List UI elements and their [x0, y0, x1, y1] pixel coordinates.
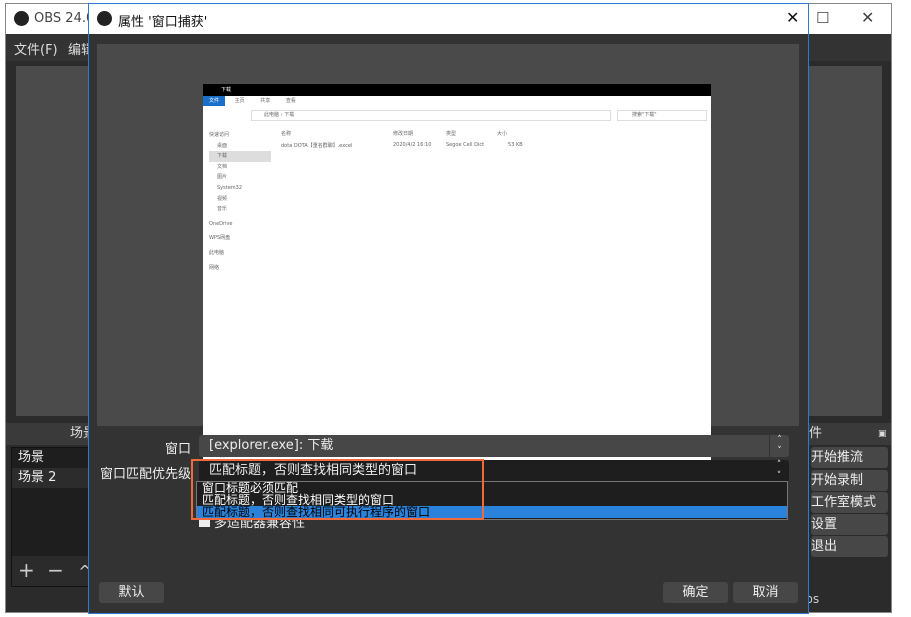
dialog-title: 属性 '窗口捕获' — [118, 15, 208, 30]
spin-icon: ˄ ˅ — [776, 460, 782, 481]
explorer-nav: 快速访问 桌面 下载 文档 图片 System32 视频 音乐 OneDrive… — [209, 130, 271, 273]
column-header: 名称 — [281, 131, 292, 137]
remove-icon[interactable]: − — [47, 558, 64, 582]
nav-item: 快速访问 — [209, 132, 230, 138]
start-streaming-button[interactable]: 开始推流 — [811, 447, 888, 468]
defaults-button[interactable]: 默认 — [99, 582, 164, 603]
nav-item: 视频 — [217, 195, 228, 202]
explorer-title: 下载 — [203, 84, 711, 96]
nav-item: 此电脑 — [209, 249, 225, 256]
ribbon-tab: 查看 — [285, 98, 296, 104]
scene-item[interactable]: 场景 — [12, 448, 95, 468]
spin-icon: ˄ ˅ — [769, 435, 789, 457]
file-name: dota DOTA【重名群聊】.excel — [281, 143, 353, 149]
column-header: 大小 — [497, 131, 508, 137]
file-date: 2020/4/2 16:10 — [393, 142, 432, 148]
undock-icon[interactable]: ▣ — [878, 423, 887, 445]
window-label: 窗口 — [164, 442, 191, 457]
ribbon-tab: 共享 — [260, 98, 271, 104]
menu-file[interactable]: 文件(F) — [14, 39, 58, 58]
nav-item: System32 — [217, 184, 243, 191]
nav-item: 网络 — [209, 264, 220, 271]
nav-item: 桌面 — [217, 142, 228, 149]
nav-item: 音乐 — [217, 206, 228, 213]
ribbon-tab: 主页 — [234, 98, 245, 104]
column-header: 类型 — [446, 131, 457, 137]
file-size: 53 KB — [508, 142, 523, 148]
path-part: 下载 — [284, 112, 295, 118]
dialog-title-bar: 属性 '窗口捕获' ✕ — [89, 4, 808, 34]
properties-dialog: 属性 '窗口捕获' ✕ 下载 文件 主页 共享 查看 此电脑 › 下载 搜索"下… — [88, 3, 809, 614]
column-header: 修改日期 — [393, 131, 414, 137]
nav-item: 文档 — [217, 163, 228, 170]
close-icon[interactable]: ✕ — [786, 8, 799, 27]
path-part: 此电脑 — [264, 112, 280, 118]
settings-button[interactable]: 设置 — [811, 514, 888, 535]
cancel-button[interactable]: 取消 — [733, 582, 798, 603]
obs-logo-icon — [14, 11, 29, 26]
exit-button[interactable]: 退出 — [811, 536, 888, 557]
explorer-address: 此电脑 › 下载 — [251, 110, 611, 121]
nav-item: 图片 — [217, 174, 228, 181]
file-type: Segoe Cell Dict — [446, 142, 485, 148]
nav-item: WPS网盘 — [209, 235, 231, 242]
window-value: [explorer.exe]: 下载 — [209, 438, 334, 453]
obs-logo-icon — [97, 11, 112, 26]
nav-item: OneDrive — [209, 220, 233, 227]
main-title: OBS 24.0 — [34, 11, 95, 26]
scene-toolbar: + − ^ — [12, 556, 97, 586]
scene-list: 场景 场景 2 + − ^ — [11, 447, 97, 587]
add-icon[interactable]: + — [18, 558, 35, 582]
nav-item: 下载 — [209, 151, 271, 162]
ribbon-tab: 文件 — [203, 96, 225, 106]
source-preview: 下载 文件 主页 共享 查看 此电脑 › 下载 搜索"下载" 快速访问 桌面 下… — [97, 44, 799, 462]
maximize-icon[interactable]: ☐ — [816, 9, 829, 27]
window-select[interactable]: [explorer.exe]: 下载 ˄ ˅ — [199, 435, 789, 457]
start-recording-button[interactable]: 开始录制 — [811, 470, 888, 491]
explorer-ribbon: 文件 主页 共享 查看 — [203, 96, 711, 106]
explorer-capture: 下载 文件 主页 共享 查看 此电脑 › 下载 搜索"下载" 快速访问 桌面 下… — [203, 84, 711, 462]
explorer-search: 搜索"下载" — [617, 110, 707, 121]
priority-label: 窗口匹配优先级 — [99, 467, 191, 482]
highlight-box — [191, 459, 484, 520]
ok-button[interactable]: 确定 — [663, 582, 728, 603]
scene-item[interactable]: 场景 2 — [12, 468, 95, 488]
studio-mode-button[interactable]: 工作室模式 — [811, 492, 888, 513]
close-icon[interactable]: ✕ — [861, 8, 874, 27]
